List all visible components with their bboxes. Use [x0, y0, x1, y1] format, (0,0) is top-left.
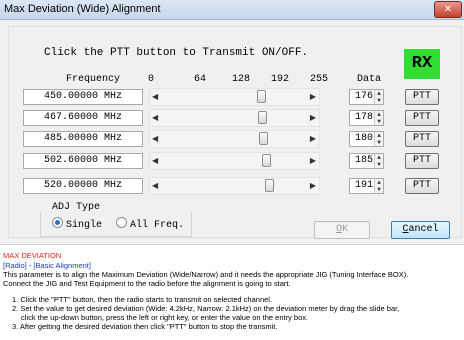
ptt-button[interactable]: PTT [405, 178, 439, 194]
data-value[interactable]: 178 [355, 112, 373, 123]
help-step: 3. After getting the desired deviation t… [12, 322, 278, 331]
ok-button[interactable]: OK [314, 221, 370, 239]
data-spinbox[interactable]: 191 ▲ ▼ [349, 178, 384, 194]
scale-label-128: 128 [232, 74, 251, 85]
spin-updown-icon[interactable]: ▲ ▼ [374, 154, 383, 168]
slider-left-arrow-icon[interactable]: ◀ [152, 92, 158, 101]
window-title: Max Deviation (Wide) Alignment [4, 3, 161, 15]
slider-left-arrow-icon[interactable]: ◀ [152, 134, 158, 143]
help-path: [Radio] - [Basic Alignment] [3, 261, 91, 270]
data-spinbox[interactable]: 176 ▲ ▼ [349, 89, 384, 105]
spin-updown-icon[interactable]: ▲ ▼ [374, 132, 383, 146]
spin-updown-icon[interactable]: ▲ ▼ [374, 179, 383, 193]
deviation-slider[interactable]: ◀ ▶ [149, 177, 320, 195]
instruction-text: Click the PTT button to Transmit ON/OFF. [44, 47, 309, 59]
slider-thumb[interactable] [261, 154, 271, 167]
help-step: 2. Set the value to get desired deviatio… [12, 304, 400, 313]
data-value[interactable]: 191 [355, 180, 373, 191]
ptt-button[interactable]: PTT [405, 131, 439, 147]
frequency-field: 502.60000 MHz [23, 153, 143, 169]
cancel-button[interactable]: Cancel [391, 221, 450, 239]
help-paragraph: This parameter is to align the Maximum D… [3, 270, 409, 279]
frequency-header: Frequency [66, 74, 121, 85]
spin-updown-icon[interactable]: ▲ ▼ [374, 111, 383, 125]
radio-unchecked-icon[interactable] [116, 217, 127, 228]
data-spinbox[interactable]: 185 ▲ ▼ [349, 153, 384, 169]
radio-single-label: Single [66, 220, 103, 231]
deviation-slider[interactable]: ◀ ▶ [149, 130, 320, 148]
slider-thumb[interactable] [265, 179, 275, 192]
data-value[interactable]: 180 [355, 133, 373, 144]
radio-all-freq-label: All Freq. [130, 220, 185, 231]
deviation-slider[interactable]: ◀ ▶ [149, 152, 320, 170]
ptt-button[interactable]: PTT [405, 110, 439, 126]
deviation-slider[interactable]: ◀ ▶ [149, 88, 320, 106]
scale-label-0: 0 [148, 74, 155, 85]
data-value[interactable]: 176 [355, 91, 373, 102]
slider-right-arrow-icon[interactable]: ▶ [310, 181, 316, 190]
adj-type-label: ADJ Type [50, 202, 103, 213]
alignment-dialog: Max Deviation (Wide) Alignment ✕ Click t… [0, 0, 464, 340]
ptt-button[interactable]: PTT [405, 153, 439, 169]
rx-status-indicator: RX [404, 49, 440, 79]
close-button[interactable]: ✕ [434, 1, 462, 18]
help-step: click the up-down button, press the left… [21, 313, 309, 322]
slider-right-arrow-icon[interactable]: ▶ [310, 92, 316, 101]
spin-updown-icon[interactable]: ▲ ▼ [374, 90, 383, 104]
help-step: 1. Click the "PTT" button, then the radi… [12, 295, 273, 304]
slider-thumb[interactable] [259, 132, 269, 145]
ptt-button[interactable]: PTT [405, 89, 439, 105]
title-bar: Max Deviation (Wide) Alignment ✕ [0, 0, 464, 20]
slider-left-arrow-icon[interactable]: ◀ [152, 113, 158, 122]
deviation-slider[interactable]: ◀ ▶ [149, 109, 320, 127]
help-paragraph: Connect the JIG and Test Equipment to th… [3, 279, 291, 288]
frequency-field: 467.60000 MHz [23, 110, 143, 126]
frequency-field: 450.00000 MHz [23, 89, 143, 105]
slider-thumb[interactable] [258, 111, 268, 124]
frequency-field: 485.00000 MHz [23, 131, 143, 147]
help-heading: MAX DEVIATION [3, 251, 62, 260]
frequency-field: 520.00000 MHz [23, 178, 143, 194]
slider-right-arrow-icon[interactable]: ▶ [310, 156, 316, 165]
slider-thumb[interactable] [256, 90, 266, 103]
data-header: Data [357, 74, 382, 85]
radio-single[interactable]: Single [52, 217, 102, 231]
cancel-label-rest: ancel [408, 224, 439, 235]
data-spinbox[interactable]: 180 ▲ ▼ [349, 131, 384, 147]
radio-checked-icon[interactable] [52, 217, 63, 228]
slider-right-arrow-icon[interactable]: ▶ [310, 134, 316, 143]
scale-label-192: 192 [271, 74, 290, 85]
slider-left-arrow-icon[interactable]: ◀ [152, 181, 158, 190]
slider-right-arrow-icon[interactable]: ▶ [310, 113, 316, 122]
ok-label-rest: K [342, 224, 349, 235]
data-value[interactable]: 185 [355, 155, 373, 166]
help-panel: MAX DEVIATION [Radio] - [Basic Alignment… [0, 244, 464, 340]
scale-label-255: 255 [310, 74, 329, 85]
slider-left-arrow-icon[interactable]: ◀ [152, 156, 158, 165]
radio-all-freq[interactable]: All Freq. [116, 217, 184, 231]
data-spinbox[interactable]: 178 ▲ ▼ [349, 110, 384, 126]
scale-label-64: 64 [194, 74, 207, 85]
